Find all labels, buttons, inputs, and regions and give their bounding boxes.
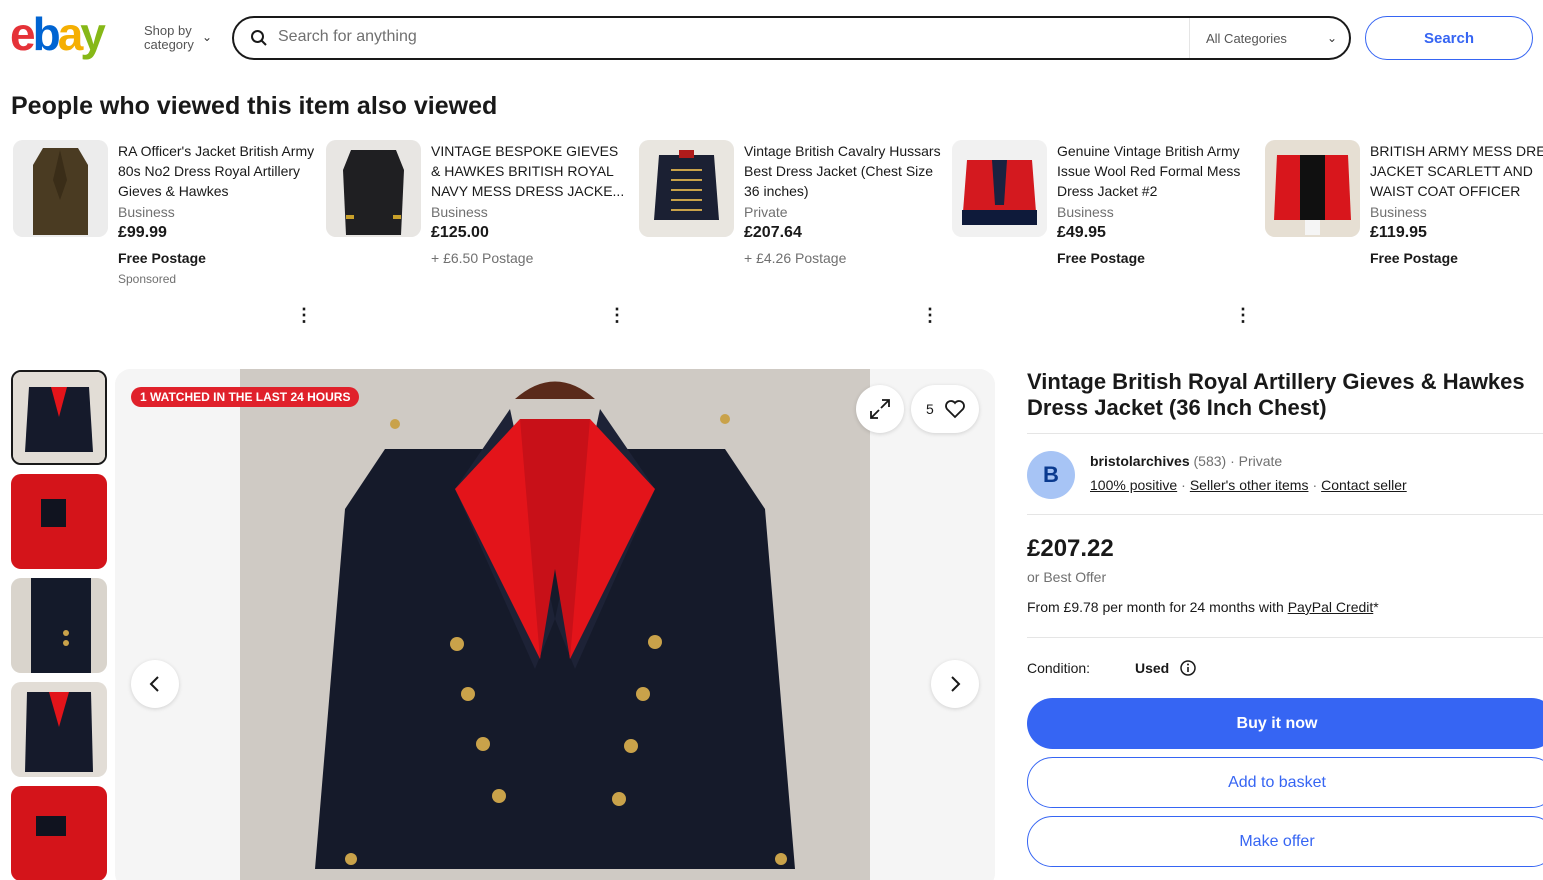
thumbnail-image[interactable] bbox=[11, 786, 107, 880]
paypal-credit-link[interactable]: PayPal Credit bbox=[1288, 599, 1374, 615]
card-price: £49.95 bbox=[1057, 224, 1106, 241]
product-image[interactable] bbox=[326, 140, 421, 237]
card-title[interactable]: RA Officer's Jacket British Army 80s No2… bbox=[118, 141, 318, 201]
thumbnail-image[interactable] bbox=[11, 370, 107, 465]
ebay-logo[interactable]: ebay bbox=[10, 10, 130, 60]
card-seller-type: Business bbox=[431, 204, 488, 220]
also-viewed-card[interactable]: Vintage British Cavalry Hussars Best Dre… bbox=[637, 139, 950, 329]
positive-feedback-link[interactable]: 100% positive bbox=[1090, 477, 1177, 493]
item-title: Vintage British Royal Artillery Gieves &… bbox=[1027, 369, 1525, 420]
make-offer-button[interactable]: Make offer bbox=[1027, 816, 1543, 867]
condition-label: Condition: bbox=[1027, 660, 1091, 676]
best-offer-label: or Best Offer bbox=[1027, 569, 1107, 585]
shop-by-line2: category bbox=[144, 37, 194, 52]
chevron-left-icon bbox=[149, 676, 159, 692]
also-viewed-title: People who viewed this item also viewed bbox=[11, 92, 498, 120]
separator: · bbox=[1181, 477, 1186, 493]
watch-button[interactable]: 5 bbox=[911, 385, 979, 433]
product-image[interactable] bbox=[1265, 140, 1360, 237]
seller-name[interactable]: bristolarchives bbox=[1090, 453, 1190, 469]
card-price: £119.95 bbox=[1370, 224, 1427, 241]
card-seller-type: Business bbox=[1057, 204, 1114, 220]
more-options-icon[interactable]: ⋮ bbox=[295, 305, 313, 326]
category-select[interactable]: All Categories ⌄ bbox=[1189, 18, 1351, 58]
card-title[interactable]: Genuine Vintage British Army Issue Wool … bbox=[1057, 141, 1257, 201]
seller-links: 100% positive · Seller's other items · Conta… bbox=[1090, 477, 1407, 493]
card-price: £99.99 bbox=[118, 224, 167, 241]
seller-other-items-link[interactable]: Seller's other items bbox=[1190, 477, 1309, 493]
category-select-label: All Categories bbox=[1206, 31, 1287, 46]
chevron-down-icon: ⌄ bbox=[1326, 31, 1337, 45]
watch-count: 5 bbox=[926, 401, 934, 417]
card-title[interactable]: Vintage British Cavalry Hussars Best Dre… bbox=[744, 141, 944, 201]
thumbnail-image[interactable] bbox=[11, 474, 107, 569]
seller-feedback-count: (583) bbox=[1193, 453, 1227, 469]
card-seller-type: Private bbox=[744, 204, 788, 220]
product-image[interactable] bbox=[639, 140, 734, 237]
condition-value: Used bbox=[1135, 660, 1170, 676]
thumbnail-strip bbox=[11, 370, 107, 880]
add-to-basket-button[interactable]: Add to basket bbox=[1027, 757, 1543, 808]
svg-text:ebay: ebay bbox=[10, 10, 106, 60]
main-product-image[interactable] bbox=[115, 369, 995, 880]
next-image-button[interactable] bbox=[931, 660, 979, 708]
search-icon bbox=[251, 30, 267, 46]
divider bbox=[1027, 433, 1543, 434]
more-options-icon[interactable]: ⋮ bbox=[1234, 305, 1252, 326]
product-image[interactable] bbox=[952, 140, 1047, 237]
card-price: £207.64 bbox=[744, 224, 802, 241]
also-viewed-card[interactable]: RA Officer's Jacket British Army 80s No2… bbox=[11, 139, 324, 329]
seller-type: Private bbox=[1238, 453, 1283, 469]
card-title[interactable]: BRITISH ARMY MESS DRESS JACKET SCARLETT … bbox=[1370, 141, 1543, 201]
card-seller-type: Business bbox=[1370, 204, 1427, 220]
item-price: £207.22 bbox=[1027, 535, 1114, 562]
product-image[interactable] bbox=[13, 140, 108, 237]
finance-info: From £9.78 per month for 24 months with … bbox=[1027, 599, 1379, 615]
shop-by-category[interactable]: Shop by category ⌄ bbox=[144, 23, 212, 52]
divider bbox=[1027, 514, 1543, 515]
separator: · bbox=[1312, 477, 1318, 493]
search-button[interactable]: Search bbox=[1365, 16, 1533, 60]
watchers-badge: 1 WATCHED IN THE LAST 24 HOURS bbox=[131, 387, 360, 407]
sponsored-label: Sponsored bbox=[118, 272, 177, 286]
card-postage: + £6.50 Postage bbox=[431, 250, 534, 266]
previous-image-button[interactable] bbox=[131, 660, 179, 708]
expand-image-button[interactable] bbox=[856, 385, 904, 433]
finance-text: From £9.78 per month for 24 months with bbox=[1027, 599, 1284, 615]
chevron-right-icon bbox=[951, 676, 961, 692]
buy-it-now-button[interactable]: Buy it now bbox=[1027, 698, 1543, 749]
search-input[interactable]: Search for anything bbox=[278, 28, 417, 46]
card-postage: + £4.26 Postage bbox=[744, 250, 847, 266]
finance-asterisk: * bbox=[1373, 599, 1379, 615]
more-options-icon[interactable]: ⋮ bbox=[608, 305, 626, 326]
info-icon[interactable] bbox=[1180, 660, 1196, 676]
contact-seller-link[interactable]: Contact seller bbox=[1321, 477, 1407, 493]
card-postage: Free Postage bbox=[1057, 250, 1145, 266]
card-seller-type: Business bbox=[118, 204, 175, 220]
more-options-icon[interactable]: ⋮ bbox=[921, 305, 939, 326]
expand-icon bbox=[870, 399, 890, 419]
card-postage: Free Postage bbox=[118, 250, 206, 266]
avatar[interactable]: B bbox=[1027, 451, 1075, 499]
search-bar: Search for anything All Categories ⌄ bbox=[232, 16, 1351, 60]
card-title[interactable]: VINTAGE BESPOKE GIEVES & HAWKES BRITISH … bbox=[431, 141, 631, 201]
separator: · bbox=[1230, 453, 1235, 469]
heart-icon bbox=[945, 400, 965, 419]
also-viewed-card[interactable]: VINTAGE BESPOKE GIEVES & HAWKES BRITISH … bbox=[324, 139, 637, 329]
also-viewed-card[interactable]: Genuine Vintage British Army Issue Wool … bbox=[950, 139, 1263, 329]
thumbnail-image[interactable] bbox=[11, 682, 107, 777]
chevron-down-icon: ⌄ bbox=[202, 30, 213, 44]
thumbnail-image[interactable] bbox=[11, 578, 107, 673]
card-price: £125.00 bbox=[431, 224, 489, 241]
shop-by-line1: Shop by bbox=[144, 23, 192, 38]
also-viewed-card[interactable]: BRITISH ARMY MESS DRESS JACKET SCARLETT … bbox=[1263, 139, 1543, 329]
card-postage: Free Postage bbox=[1370, 250, 1458, 266]
seller-info: bristolarchives (583) · Private bbox=[1090, 453, 1282, 469]
divider bbox=[1027, 637, 1543, 638]
